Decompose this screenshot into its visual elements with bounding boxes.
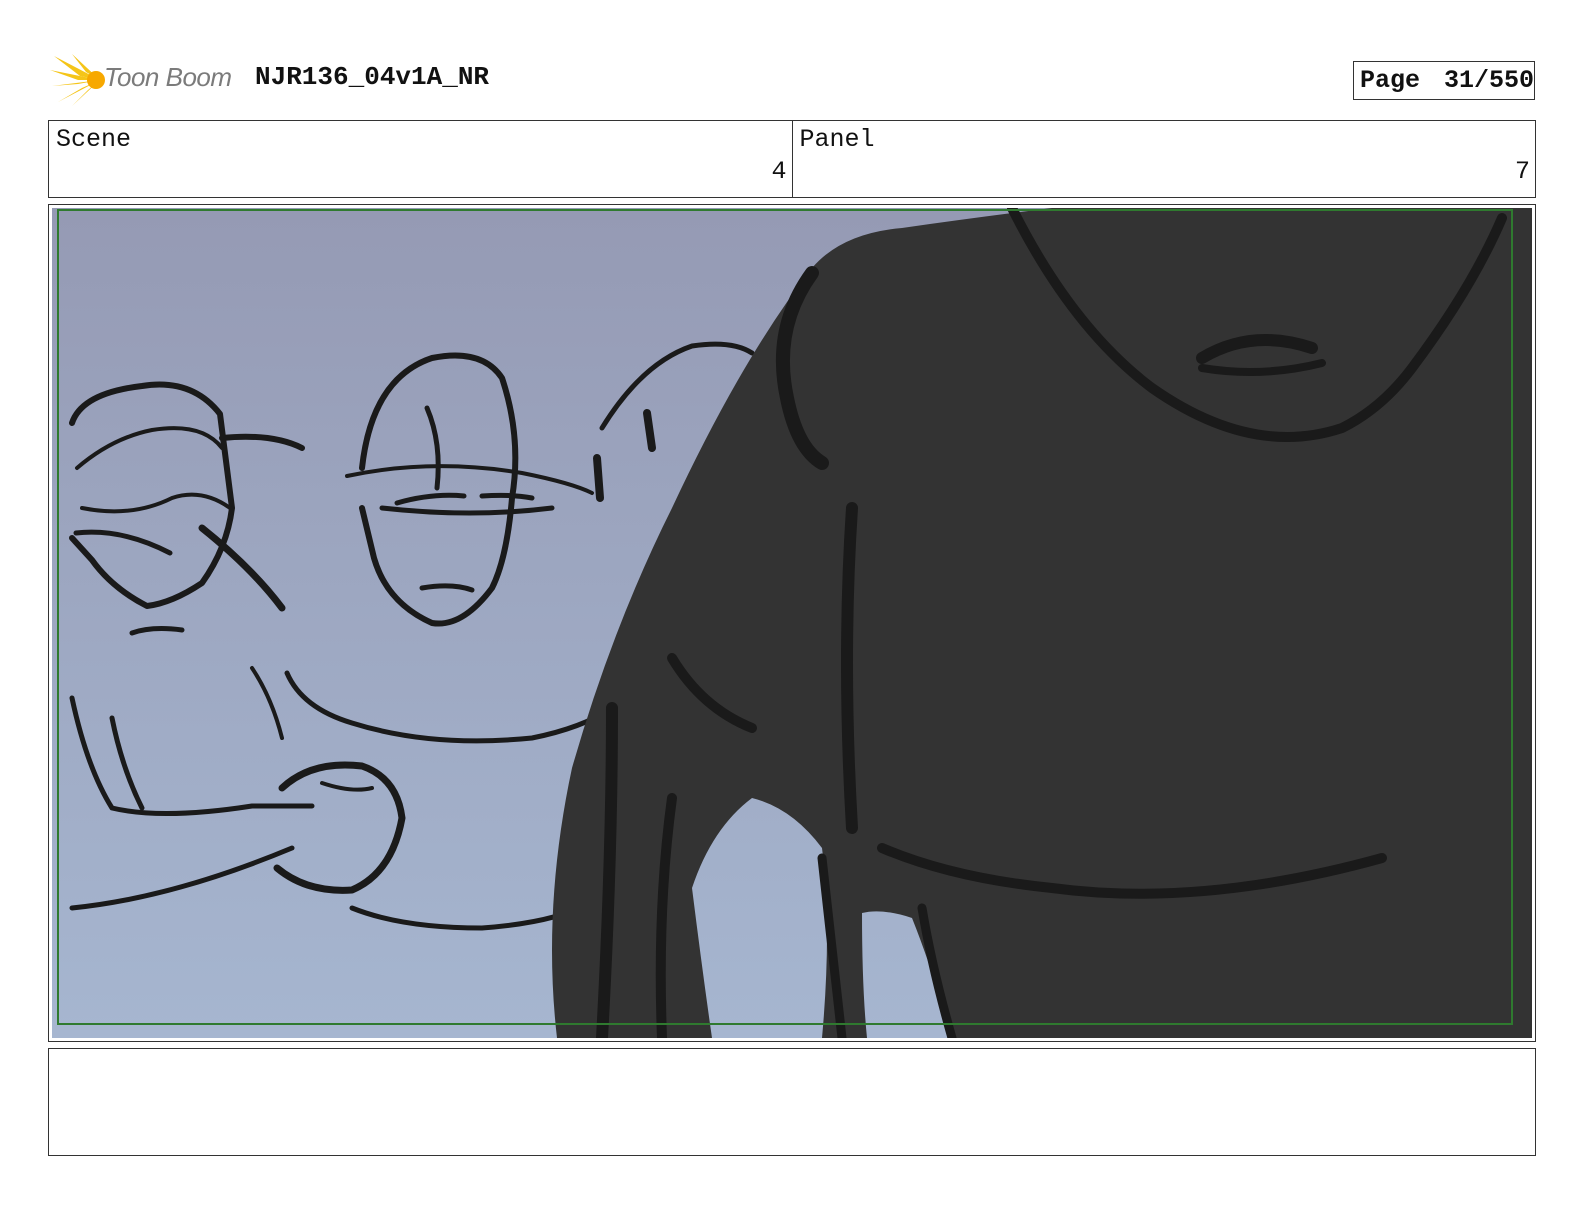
logo-wordmark: Toon Boom <box>104 62 232 92</box>
page-label: Page <box>1360 66 1421 95</box>
panel-value: 7 <box>1514 157 1530 186</box>
project-title: NJR136_04v1A_NR <box>255 62 490 92</box>
page-number: 31/550 <box>1443 66 1534 95</box>
panel-label: Panel <box>799 125 875 154</box>
page-indicator: Page 31/550 <box>1353 61 1535 100</box>
scene-value: 4 <box>771 157 787 186</box>
scene-panel-info: Scene 4 Panel 7 <box>48 120 1536 198</box>
scene-label: Scene <box>56 125 132 154</box>
scene-cell: Scene 4 <box>49 121 792 197</box>
panel-notes-box <box>48 1048 1536 1156</box>
panel-cell: Panel 7 <box>791 121 1536 197</box>
storyboard-panel-drawing <box>52 208 1532 1038</box>
